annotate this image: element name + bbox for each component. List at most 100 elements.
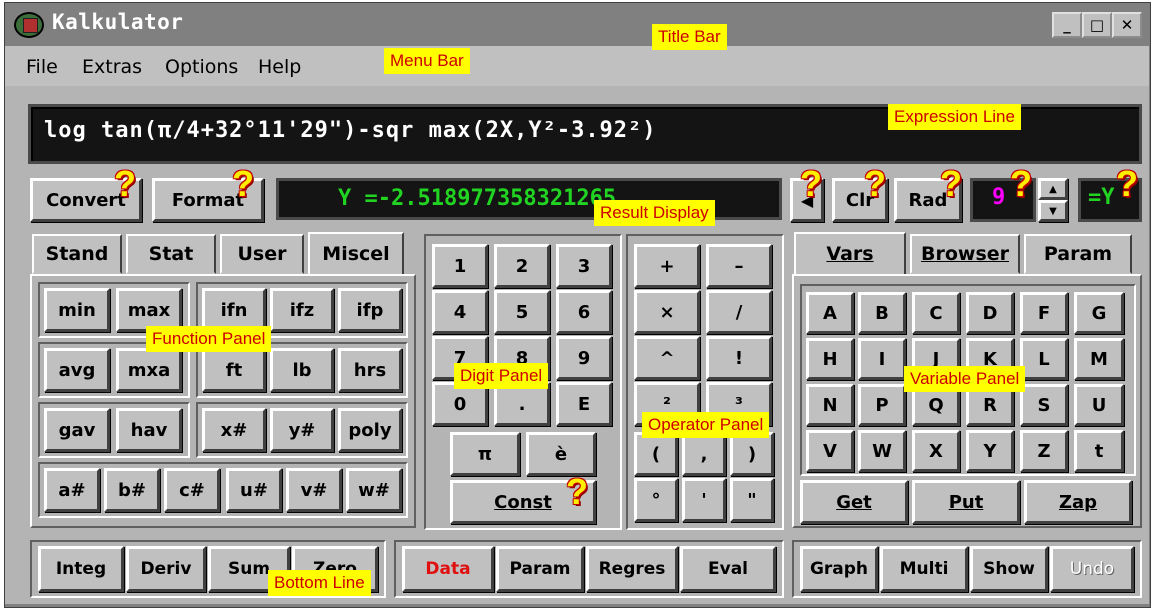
digit-3-button[interactable]: 3 [556, 244, 612, 288]
chevron-up-icon: ▲ [1049, 183, 1057, 195]
var-m-button[interactable]: M [1074, 338, 1124, 380]
get-label: Get [836, 491, 872, 513]
var-f-button[interactable]: F [1020, 292, 1068, 334]
tab-browser[interactable]: Browser [910, 234, 1020, 274]
exponent-button[interactable]: E [556, 382, 612, 426]
close-button[interactable]: ✕ [1112, 12, 1142, 38]
tab-param[interactable]: Param [1024, 234, 1132, 274]
help-marker-format: ? [232, 163, 254, 204]
tab-stat-label: Stat [148, 243, 194, 265]
menu-options[interactable]: Options [165, 56, 238, 78]
euler-button[interactable]: è [526, 432, 596, 476]
tab-miscel[interactable]: Miscel [308, 232, 404, 276]
fn-u-hash-button[interactable]: u# [226, 468, 282, 512]
arc-second-button[interactable]: " [730, 478, 774, 522]
degree-button[interactable]: ° [634, 478, 678, 522]
fn-w-hash-button[interactable]: w# [346, 468, 402, 512]
var-c-button[interactable]: C [912, 292, 960, 334]
fn-avg-button[interactable]: avg [44, 348, 110, 392]
tab-stat[interactable]: Stat [126, 234, 216, 274]
fn-ifz-button[interactable]: ifz [270, 288, 334, 332]
fn-mxa-button[interactable]: mxa [116, 348, 182, 392]
digits-up-button[interactable]: ▲ [1038, 178, 1068, 200]
digits-down-button[interactable]: ▼ [1038, 200, 1068, 222]
fn-hrs-button[interactable]: hrs [338, 348, 402, 392]
power-button[interactable]: ^ [634, 336, 700, 380]
put-button[interactable]: Put [912, 480, 1020, 524]
help-marker-back: ? [800, 163, 822, 204]
open-paren-button[interactable]: ( [634, 432, 678, 476]
fn-ft-button[interactable]: ft [202, 348, 266, 392]
divide-button[interactable]: / [706, 290, 772, 334]
fn-gav-button[interactable]: gav [44, 408, 110, 452]
graph-button[interactable]: Graph [800, 546, 878, 592]
var-d-button[interactable]: D [966, 292, 1014, 334]
annotation-operator-panel: Operator Panel [642, 412, 770, 438]
close-paren-button[interactable]: ) [730, 432, 774, 476]
var-p-button[interactable]: P [858, 384, 906, 426]
arc-minute-button[interactable]: ' [682, 478, 726, 522]
digit-9-button[interactable]: 9 [556, 336, 612, 380]
minimize-button[interactable]: _ [1052, 12, 1082, 38]
minus-button[interactable]: – [706, 244, 772, 288]
tab-vars[interactable]: Vars [794, 232, 906, 276]
var-w-button[interactable]: W [858, 430, 906, 472]
var-h-button[interactable]: H [806, 338, 854, 380]
undo-button[interactable]: Undo [1050, 546, 1134, 592]
var-y-button[interactable]: Y [966, 430, 1014, 472]
var-t-button[interactable]: t [1074, 430, 1124, 472]
fn-lb-button[interactable]: lb [270, 348, 334, 392]
menu-file[interactable]: File [26, 56, 58, 78]
digit-1-button[interactable]: 1 [432, 244, 488, 288]
tab-stand[interactable]: Stand [32, 234, 122, 274]
deriv-button[interactable]: Deriv [126, 546, 206, 592]
fn-poly-button[interactable]: poly [338, 408, 402, 452]
annotation-function-panel: Function Panel [146, 326, 272, 352]
var-n-button[interactable]: N [806, 384, 854, 426]
plus-button[interactable]: + [634, 244, 700, 288]
var-x-button[interactable]: X [912, 430, 960, 472]
maximize-button[interactable]: □ [1082, 12, 1112, 38]
digit-5-button[interactable]: 5 [494, 290, 550, 334]
fn-c-hash-button[interactable]: c# [164, 468, 220, 512]
fn-v-hash-button[interactable]: v# [286, 468, 342, 512]
help-marker-const: ? [566, 471, 588, 512]
digit-2-button[interactable]: 2 [494, 244, 550, 288]
fn-hav-button[interactable]: hav [116, 408, 182, 452]
factorial-button[interactable]: ! [706, 336, 772, 380]
fn-y-hash-button[interactable]: y# [270, 408, 334, 452]
digit-6-button[interactable]: 6 [556, 290, 612, 334]
var-a-button[interactable]: A [806, 292, 854, 334]
multiply-button[interactable]: × [634, 290, 700, 334]
integ-button[interactable]: Integ [38, 546, 124, 592]
regres-button[interactable]: Regres [586, 546, 678, 592]
menu-help[interactable]: Help [258, 56, 301, 78]
get-button[interactable]: Get [800, 480, 908, 524]
digit-4-button[interactable]: 4 [432, 290, 488, 334]
var-i-button[interactable]: I [858, 338, 906, 380]
fn-b-hash-button[interactable]: b# [104, 468, 160, 512]
fn-x-hash-button[interactable]: x# [202, 408, 266, 452]
var-u-button[interactable]: U [1074, 384, 1124, 426]
param-button[interactable]: Param [496, 546, 584, 592]
pi-button[interactable]: π [450, 432, 520, 476]
menu-extras[interactable]: Extras [82, 56, 142, 78]
fn-a-hash-button[interactable]: a# [44, 468, 100, 512]
comma-button[interactable]: , [682, 432, 726, 476]
var-z-button[interactable]: Z [1020, 430, 1068, 472]
fn-min-button[interactable]: min [44, 288, 110, 332]
var-g-button[interactable]: G [1074, 292, 1124, 334]
tab-user[interactable]: User [220, 234, 304, 274]
data-button[interactable]: Data [402, 546, 494, 592]
var-b-button[interactable]: B [858, 292, 906, 334]
var-l-button[interactable]: L [1020, 338, 1068, 380]
annotation-digit-panel: Digit Panel [454, 363, 549, 389]
zap-button[interactable]: Zap [1024, 480, 1132, 524]
app-calculator-icon[interactable] [14, 12, 44, 38]
eval-button[interactable]: Eval [680, 546, 776, 592]
var-s-button[interactable]: S [1020, 384, 1068, 426]
var-v-button[interactable]: V [806, 430, 854, 472]
multi-button[interactable]: Multi [880, 546, 968, 592]
fn-ifp-button[interactable]: ifp [338, 288, 402, 332]
show-button[interactable]: Show [970, 546, 1048, 592]
